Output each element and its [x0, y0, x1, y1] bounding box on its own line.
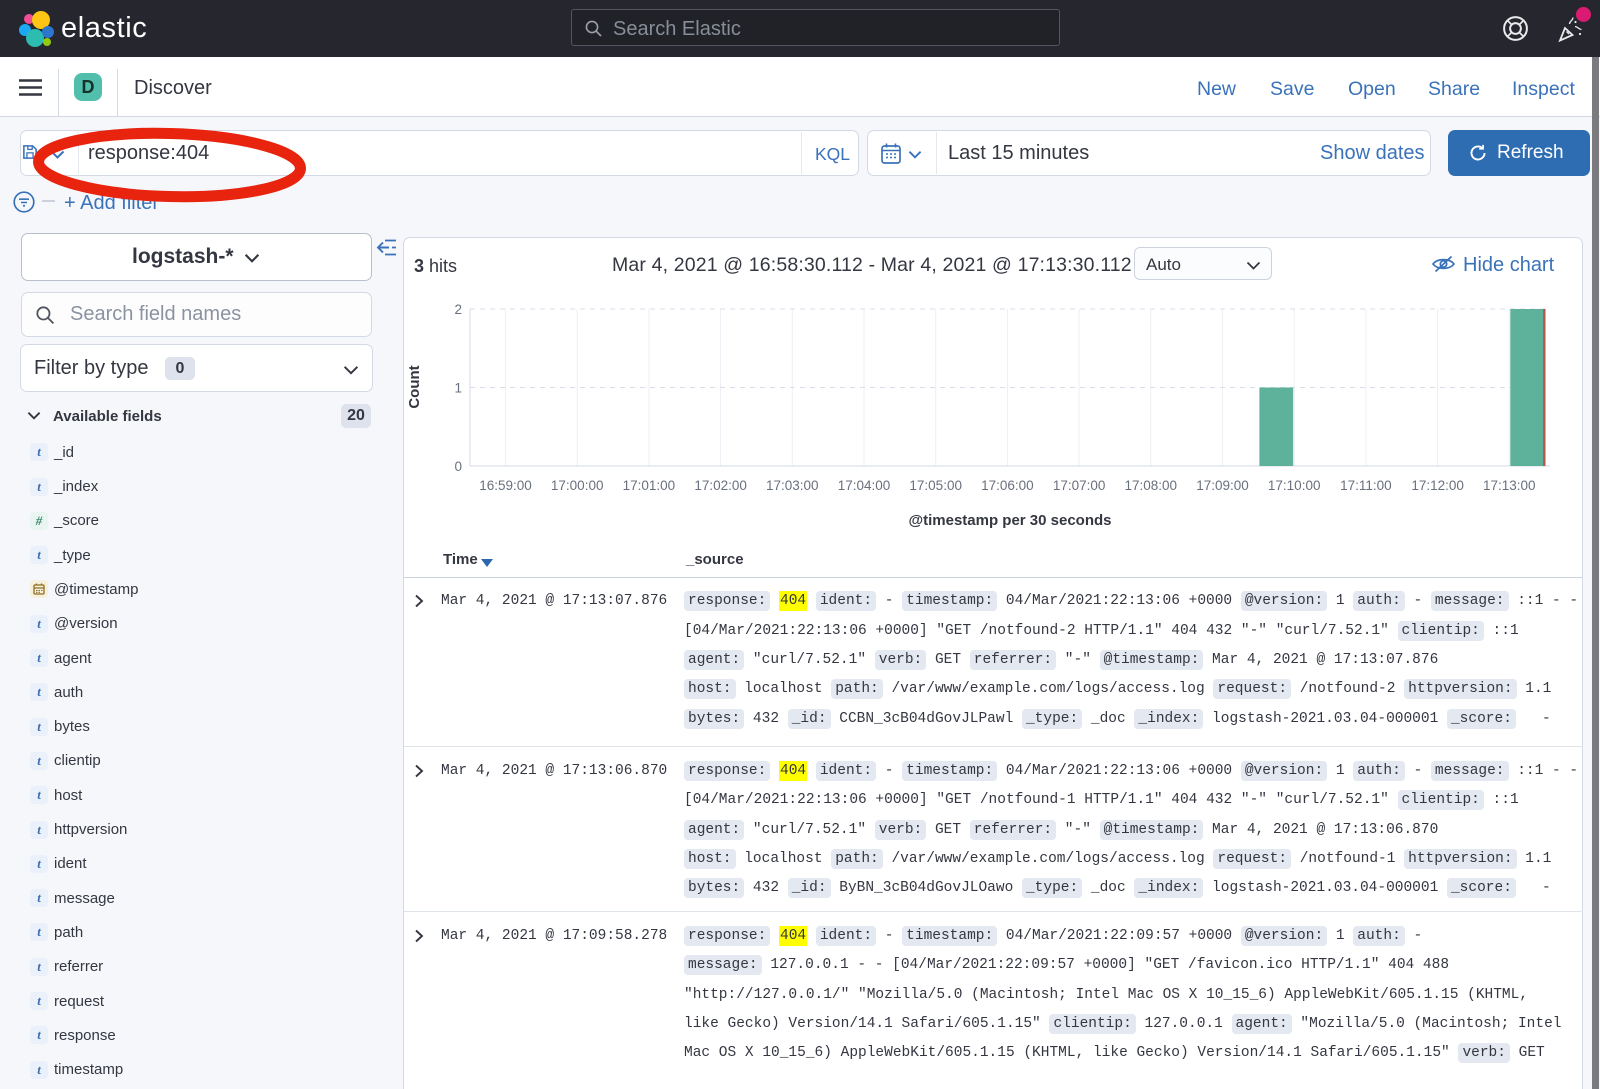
svg-text:17:02:00: 17:02:00 [694, 478, 747, 493]
svg-text:2: 2 [454, 302, 462, 317]
svg-text:17:08:00: 17:08:00 [1125, 478, 1178, 493]
svg-text:17:01:00: 17:01:00 [623, 478, 676, 493]
svg-text:17:05:00: 17:05:00 [909, 478, 962, 493]
svg-text:17:11:00: 17:11:00 [1340, 478, 1392, 493]
svg-text:17:09:00: 17:09:00 [1196, 478, 1249, 493]
svg-text:17:12:00: 17:12:00 [1411, 478, 1464, 493]
svg-text:0: 0 [454, 459, 462, 474]
svg-text:1: 1 [454, 381, 462, 396]
svg-text:17:04:00: 17:04:00 [838, 478, 891, 493]
svg-text:17:00:00: 17:00:00 [551, 478, 604, 493]
svg-text:17:06:00: 17:06:00 [981, 478, 1034, 493]
svg-text:17:10:00: 17:10:00 [1268, 478, 1321, 493]
svg-text:17:07:00: 17:07:00 [1053, 478, 1106, 493]
svg-text:16:59:00: 16:59:00 [479, 478, 532, 493]
svg-text:17:03:00: 17:03:00 [766, 478, 819, 493]
svg-text:Count: Count [406, 365, 423, 408]
svg-text:17:13:00: 17:13:00 [1483, 478, 1536, 493]
